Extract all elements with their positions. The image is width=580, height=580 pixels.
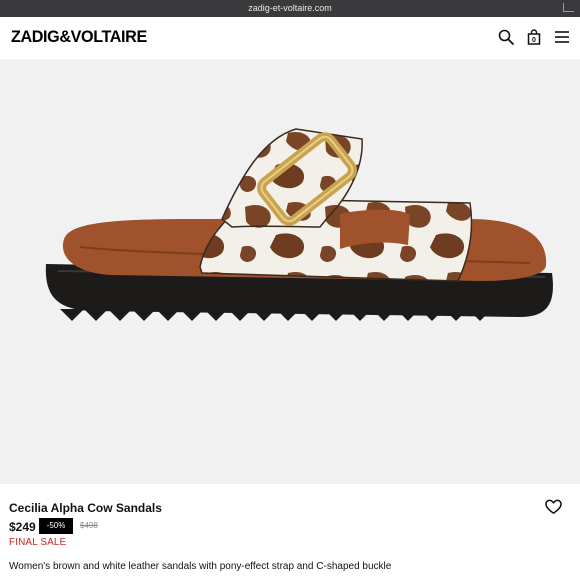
search-icon[interactable] [498, 29, 514, 45]
url-text: zadig-et-voltaire.com [248, 3, 332, 13]
product-image[interactable] [0, 59, 580, 484]
discount-badge: -50% [39, 518, 73, 534]
bag-count: 0 [532, 37, 536, 44]
shopping-bag-icon[interactable]: 0 [526, 29, 542, 45]
menu-icon[interactable] [554, 29, 570, 45]
sale-price: $249 [9, 520, 36, 534]
product-description: Women's brown and white leather sandals … [9, 561, 392, 572]
tab-switcher-icon[interactable] [563, 3, 574, 12]
site-header: ZADIG&VOLTAIRE 0 [0, 17, 580, 59]
original-price: $498 [80, 521, 98, 530]
final-sale-label: FINAL SALE [9, 537, 67, 548]
product-name[interactable]: Cecilia Alpha Cow Sandals [9, 501, 162, 515]
browser-url-bar[interactable]: zadig-et-voltaire.com [0, 0, 580, 17]
brand-logo[interactable]: ZADIG&VOLTAIRE [11, 27, 147, 47]
heart-icon[interactable] [545, 499, 562, 515]
sandal-illustration [45, 128, 553, 321]
product-info: Cecilia Alpha Cow Sandals $249 -50% $498… [0, 484, 580, 580]
